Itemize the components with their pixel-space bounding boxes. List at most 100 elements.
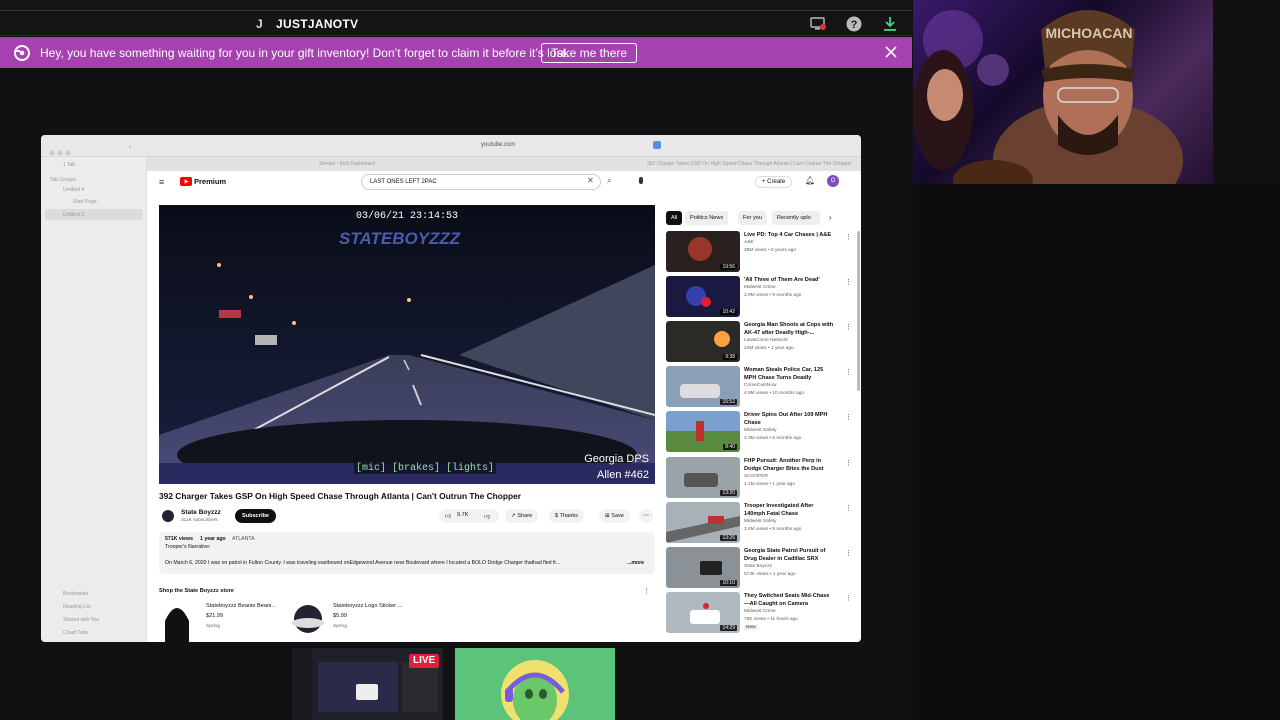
suggested-video[interactable]: 8:40 Driver Spins Out After 109 MPH Chas…: [666, 411, 856, 453]
product-price: $5.99: [333, 613, 347, 619]
channel-avatar[interactable]: [162, 510, 174, 522]
scrollbar[interactable]: [857, 231, 860, 391]
mic-icon[interactable]: [639, 177, 643, 184]
tab-kick-dashboard[interactable]: Stream - Kick Dashboard: [319, 161, 375, 167]
take-me-there-button[interactable]: Take me there: [541, 43, 638, 63]
back-icon[interactable]: ‹: [129, 142, 132, 151]
product-price: $21.99: [206, 613, 224, 619]
more-icon[interactable]: ⋮: [845, 459, 852, 467]
search-input[interactable]: LAST ONES LEFT 2PAC: [361, 174, 601, 190]
tab-youtube-video[interactable]: 392 Charger Takes GSP On High Speed Chas…: [647, 161, 857, 167]
product-image[interactable]: [290, 601, 326, 642]
create-button[interactable]: + Create: [755, 176, 793, 188]
sidebar-tab-count[interactable]: 1 Tab: [63, 162, 75, 168]
webcam-feed: MICHOACAN: [913, 0, 1213, 184]
close-icon[interactable]: [884, 45, 898, 59]
download-icon[interactable]: [881, 15, 899, 33]
chip-recently-uploaded[interactable]: Recently uplo: [772, 211, 820, 225]
svg-text:MICHOACAN: MICHOACAN: [1045, 25, 1132, 41]
share-button[interactable]: ↗ Share: [505, 509, 539, 523]
like-count[interactable]: 9.7K: [457, 512, 469, 518]
suggested-video[interactable]: 10:10 Georgia State Patrol Pursuit of Dr…: [666, 547, 856, 589]
more-icon[interactable]: ⋮: [845, 323, 852, 331]
product-name[interactable]: Stateboyzzz Beanie Beani...: [206, 603, 276, 609]
banner-message: Hey, you have something waiting for you …: [40, 46, 570, 60]
sidebar-group[interactable]: Start Page: [73, 199, 97, 205]
more-icon[interactable]: ⋮: [845, 594, 852, 602]
video-thumbnail[interactable]: 9:38: [666, 321, 740, 362]
notifications-icon[interactable]: 🔔︎: [805, 176, 815, 185]
dislike-icon[interactable]: 👎︎: [484, 512, 490, 520]
sidebar-shared[interactable]: Shared with You: [63, 617, 99, 623]
more-icon[interactable]: ⋮: [845, 233, 852, 241]
video-thumbnail[interactable]: 14:29: [666, 592, 740, 633]
product-store[interactable]: Spring: [333, 624, 347, 629]
suggested-video[interactable]: 13:26 Trooper Investigated After 140mph …: [666, 502, 856, 544]
suggested-video[interactable]: 15:52 Woman Steals Police Car, 125 MPH C…: [666, 366, 856, 408]
sidebar-group[interactable]: Untitled 5: [63, 212, 84, 218]
video-tag[interactable]: ATLANTA: [232, 536, 255, 542]
suggested-channel: A&E: [744, 240, 754, 245]
subscribe-button[interactable]: Subscribe: [235, 509, 277, 523]
suggested-video[interactable]: 9:38 Georgia Man Shoots at Cops with AK-…: [666, 321, 856, 363]
avatar[interactable]: O: [827, 175, 839, 187]
browser-tab-strip: Stream - Kick Dashboard 392 Charger Take…: [147, 157, 861, 171]
more-icon[interactable]: ⋮: [845, 278, 852, 286]
new-badge: New: [744, 625, 758, 630]
chip-all[interactable]: All: [666, 211, 683, 225]
address-bar[interactable]: youtube.com: [481, 142, 515, 148]
channel-name[interactable]: State Boyzzz: [181, 509, 221, 516]
like-icon[interactable]: 👍︎: [445, 512, 451, 520]
thanks-button[interactable]: $ Thanks: [549, 509, 584, 523]
channel-name[interactable]: JUSTJANOTV: [276, 17, 358, 31]
help-icon[interactable]: ?: [845, 15, 863, 33]
window-controls[interactable]: [49, 143, 79, 156]
more-icon[interactable]: ⋮: [845, 549, 852, 557]
suggested-video[interactable]: 13:20 FHP Pursuit: Another Perp in Dodge…: [666, 457, 856, 499]
more-icon[interactable]: ⋮: [845, 413, 852, 421]
duration: 15:52: [720, 399, 737, 405]
suggested-video[interactable]: 14:29 They Switched Seats Mid-Chase —All…: [666, 592, 856, 634]
chip-for-you[interactable]: For you: [738, 211, 767, 225]
video-thumbnail[interactable]: 13:26: [666, 502, 740, 543]
more-icon[interactable]: ⋮: [845, 504, 852, 512]
suggested-video[interactable]: 19:56 Live PD: Top 4 Car Chases | A&E A&…: [666, 231, 856, 273]
video-thumbnail[interactable]: 10:10: [666, 547, 740, 588]
video-watermark: STATEBOYZZZ: [339, 229, 461, 248]
video-thumbnail[interactable]: 8:40: [666, 411, 740, 452]
more-icon[interactable]: ⋮: [845, 368, 852, 376]
video-thumbnail[interactable]: 10:42: [666, 276, 740, 317]
top-bar: J JUSTJANOTV ?: [0, 0, 912, 36]
suggested-channel: Midwest Safety: [744, 519, 777, 524]
sidebar-reading-list[interactable]: Reading List: [63, 604, 91, 610]
video-thumbnail[interactable]: 19:56: [666, 231, 740, 272]
avatar-tile[interactable]: [455, 648, 615, 720]
sidebar-bookmarks[interactable]: Bookmarks: [63, 591, 88, 597]
youtube-logo[interactable]: Premium: [180, 177, 226, 186]
description-box[interactable]: 571K views 1 year ago ATLANTA Trooper's …: [159, 532, 655, 574]
extension-icon[interactable]: [653, 141, 661, 149]
video-thumbnail[interactable]: 15:52: [666, 366, 740, 407]
suggested-video[interactable]: 10:42 'All Three of Them Are Dead' Midwe…: [666, 276, 856, 318]
sidebar-section: Tab Groups: [50, 177, 76, 183]
product-name[interactable]: Stateboyzzz Logo Sticker ...: [333, 603, 402, 609]
chip-politics-news[interactable]: Politics News: [685, 211, 729, 225]
chevron-right-icon[interactable]: ›: [829, 213, 832, 222]
more-actions-icon[interactable]: ⋯: [639, 509, 653, 523]
view-count: 571K views: [165, 536, 193, 542]
search-icon[interactable]: ⌕: [607, 176, 611, 186]
video-thumbnail[interactable]: 13:20: [666, 457, 740, 498]
monitor-alert-icon[interactable]: [809, 15, 827, 33]
save-button[interactable]: ⊞ Save: [599, 509, 630, 523]
show-more-link[interactable]: ...more: [627, 560, 644, 566]
description-line-1: Trooper's Narrative:: [165, 544, 211, 550]
product-image[interactable]: [159, 601, 195, 642]
clear-search-icon[interactable]: ✕: [587, 176, 594, 185]
video-player[interactable]: 03/06/21 23:14:53 STATEBOYZZZ [mic] [bra…: [159, 205, 655, 484]
product-store[interactable]: Spring: [206, 624, 220, 629]
suggested-title: 'All Three of Them Are Dead': [744, 277, 820, 283]
sidebar-group[interactable]: Untitled 4: [63, 187, 84, 193]
menu-icon[interactable]: ≡: [159, 177, 164, 187]
shop-menu-icon[interactable]: ⋮: [643, 587, 650, 595]
sidebar-cloud-tabs[interactable]: Cloud Tabs: [63, 630, 88, 636]
